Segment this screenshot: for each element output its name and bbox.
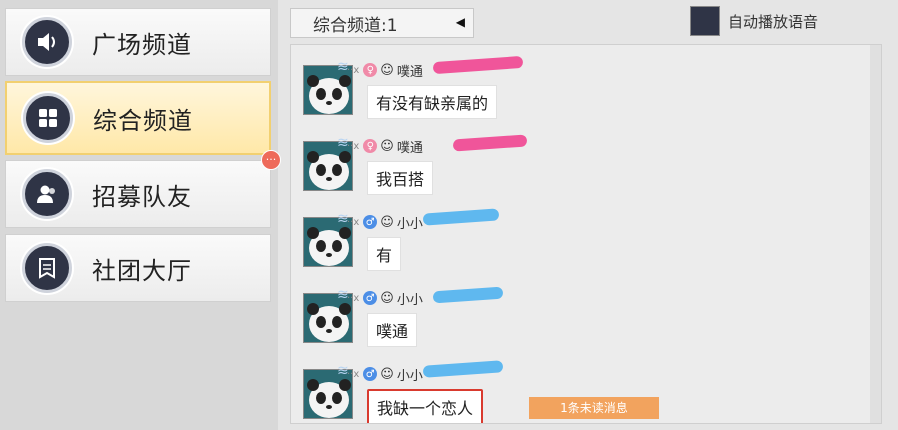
vip-icon: ··x (347, 140, 360, 152)
sidebar-item-club-hall[interactable]: 社团大厅 (5, 234, 271, 302)
avatar-frame-icon: ☺ (380, 290, 394, 306)
message-bubble[interactable]: 我百搭 (367, 161, 434, 195)
male-icon: ♂ (363, 367, 378, 381)
message-bubble[interactable]: 我缺一个恋人 (367, 389, 484, 423)
vip-icon: ··x (347, 64, 360, 76)
sender-name[interactable]: 小小 (397, 289, 423, 308)
redaction-scribble (422, 360, 504, 378)
grid-icon (23, 93, 73, 143)
sidebar-item-label: 广场频道 (92, 30, 192, 59)
channel-selector-value: 综合频道:1 (313, 15, 398, 36)
female-icon: ♀ (363, 139, 378, 153)
channel-selector[interactable]: 综合频道:1 ◀ (290, 8, 474, 38)
message-bubble[interactable]: 有没有缺亲属的 (367, 85, 498, 119)
redaction-scribble (432, 55, 524, 75)
avatar-frame-icon: ☺ (380, 138, 394, 154)
male-icon: ♂ (363, 215, 378, 229)
unread-messages-button[interactable]: 1条未读消息 (529, 397, 659, 419)
sidebar-item-plaza[interactable]: 广场频道 (5, 8, 271, 76)
sidebar-item-label: 招募队友 (92, 182, 192, 211)
sidebar-item-label: 综合频道 (93, 106, 193, 135)
male-icon: ♂ (363, 291, 378, 305)
auto-play-voice-toggle[interactable]: 自动播放语音 (690, 6, 818, 36)
chat-message-list[interactable]: ≋ ··x ♀ ☺ 噗通 有没有缺亲属的 ≋ ··x ♀ ☺ 噗通 我百搭 ≋ … (290, 44, 882, 424)
redaction-scribble (432, 286, 504, 304)
sender-name[interactable]: 小小 (397, 365, 423, 384)
sender-name[interactable]: 噗通 (397, 61, 423, 80)
checkbox-icon[interactable] (690, 6, 720, 36)
auto-play-voice-label: 自动播放语音 (728, 12, 819, 31)
vip-icon: ··x (347, 368, 360, 380)
notification-badge[interactable]: ··· (261, 150, 281, 170)
avatar-frame-icon: ☺ (380, 214, 394, 230)
speaker-icon (22, 17, 72, 67)
message-meta: ··x ♀ ☺ 噗通 (347, 61, 423, 80)
triangle-left-icon: ◀ (455, 15, 465, 29)
users-icon (22, 169, 72, 219)
vip-icon: ··x (347, 292, 360, 304)
sidebar-item-general[interactable]: 综合频道 (5, 81, 271, 155)
message-meta: ··x ♂ ☺ 小小 (347, 213, 423, 232)
channel-sidebar: 广场频道 综合频道 招募队友 社团大厅 ··· (0, 0, 281, 430)
vip-icon: ··x (347, 216, 360, 228)
message-meta: ··x ♂ ☺ 小小 (347, 289, 423, 308)
avatar-frame-icon: ☺ (380, 366, 394, 382)
message-bubble[interactable]: 噗通 (367, 313, 418, 347)
message-bubble[interactable]: 有 (367, 237, 402, 271)
sender-name[interactable]: 小小 (397, 213, 423, 232)
female-icon: ♀ (363, 63, 378, 77)
chat-scrollbar[interactable] (870, 45, 881, 423)
sender-name[interactable]: 噗通 (397, 137, 423, 156)
message-meta: ··x ♂ ☺ 小小 (347, 365, 423, 384)
redaction-scribble (452, 134, 528, 152)
sidebar-item-label: 社团大厅 (92, 256, 192, 285)
banner-icon (22, 243, 72, 293)
redaction-scribble (422, 208, 500, 226)
message-meta: ··x ♀ ☺ 噗通 (347, 137, 423, 156)
sidebar-item-recruit[interactable]: 招募队友 (5, 160, 271, 228)
avatar-frame-icon: ☺ (380, 62, 394, 78)
